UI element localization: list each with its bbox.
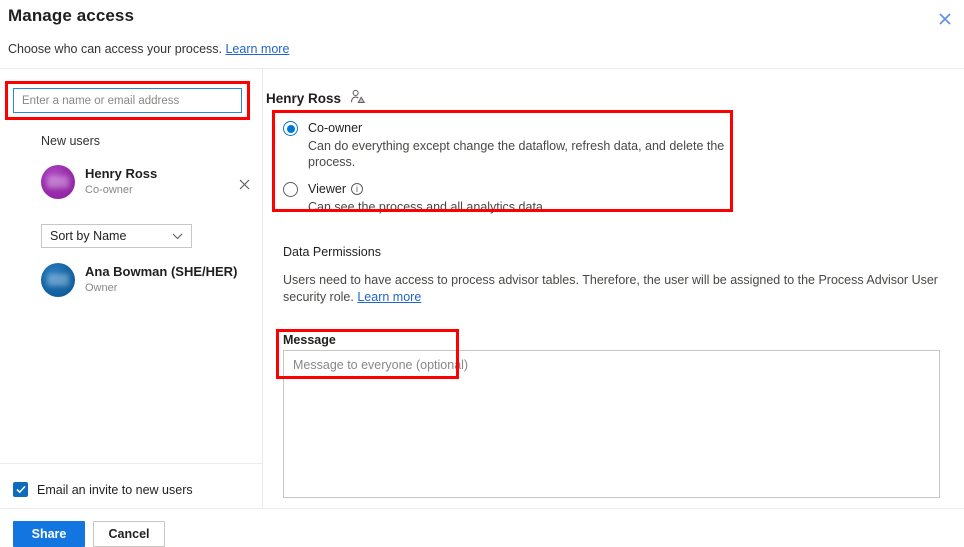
dialog-footer-divider	[0, 508, 964, 509]
page-title: Manage access	[8, 6, 135, 25]
close-button[interactable]	[930, 6, 960, 32]
dialog-subtitle-text: Choose who can access your process.	[8, 42, 222, 56]
sort-dropdown[interactable]: Sort by Name	[41, 224, 192, 248]
remove-user-button[interactable]	[236, 176, 252, 192]
selected-user-heading: Henry Ross	[266, 89, 366, 107]
user-role: Co-owner	[85, 184, 133, 196]
search-input[interactable]	[13, 88, 242, 113]
info-icon[interactable]: i	[350, 183, 363, 195]
radio-mark	[283, 182, 298, 197]
sort-dropdown-value: Sort by Name	[50, 229, 127, 243]
manage-access-dialog: Manage access Choose who can access your…	[0, 0, 964, 547]
learn-more-link-header[interactable]: Learn more	[225, 42, 289, 56]
cancel-button[interactable]: Cancel	[93, 521, 165, 547]
email-invite-checkbox[interactable]: Email an invite to new users	[13, 482, 193, 497]
radio-option-viewer[interactable]: Viewer i Can see the process and all ana…	[283, 181, 728, 215]
list-item[interactable]: Henry Ross Co-owner	[41, 165, 251, 205]
header-divider	[0, 68, 964, 69]
radio-option-co-owner[interactable]: Co-owner Can do everything except change…	[283, 120, 728, 170]
left-panel-footer-divider	[0, 463, 262, 464]
checkbox-box	[13, 482, 28, 497]
dialog-subtitle: Choose who can access your process. Lear…	[8, 42, 289, 56]
person-add-icon	[350, 89, 366, 107]
user-name: Ana Bowman (SHE/HER)	[85, 264, 238, 279]
learn-more-link-permissions[interactable]: Learn more	[357, 290, 421, 304]
data-permissions-title: Data Permissions	[283, 245, 381, 259]
user-name: Henry Ross	[85, 166, 158, 181]
share-button[interactable]: Share	[13, 521, 85, 547]
avatar	[41, 263, 75, 297]
chevron-down-icon	[172, 229, 183, 243]
panel-divider	[262, 68, 263, 509]
selected-user-name: Henry Ross	[266, 90, 342, 106]
radio-label: Co-owner	[308, 121, 363, 135]
radio-mark	[283, 121, 298, 136]
close-icon	[939, 13, 951, 25]
new-users-label: New users	[41, 134, 101, 148]
email-invite-label: Email an invite to new users	[37, 482, 193, 497]
data-permissions-text: Users need to have access to process adv…	[283, 272, 945, 306]
avatar	[41, 165, 75, 199]
radio-description: Can see the process and all analytics da…	[308, 200, 547, 214]
radio-description: Can do everything except change the data…	[308, 139, 725, 169]
radio-label: Viewer	[308, 182, 346, 196]
role-radio-group: Co-owner Can do everything except change…	[283, 120, 728, 226]
check-icon	[15, 485, 26, 494]
message-label: Message	[283, 333, 336, 347]
close-icon	[239, 179, 249, 189]
radio-label-row: Viewer i	[308, 181, 728, 197]
message-textarea[interactable]	[283, 350, 940, 498]
user-role: Owner	[85, 282, 118, 294]
dialog-action-buttons: Share Cancel	[13, 521, 165, 547]
list-item[interactable]: Ana Bowman (SHE/HER) Owner	[41, 263, 251, 303]
